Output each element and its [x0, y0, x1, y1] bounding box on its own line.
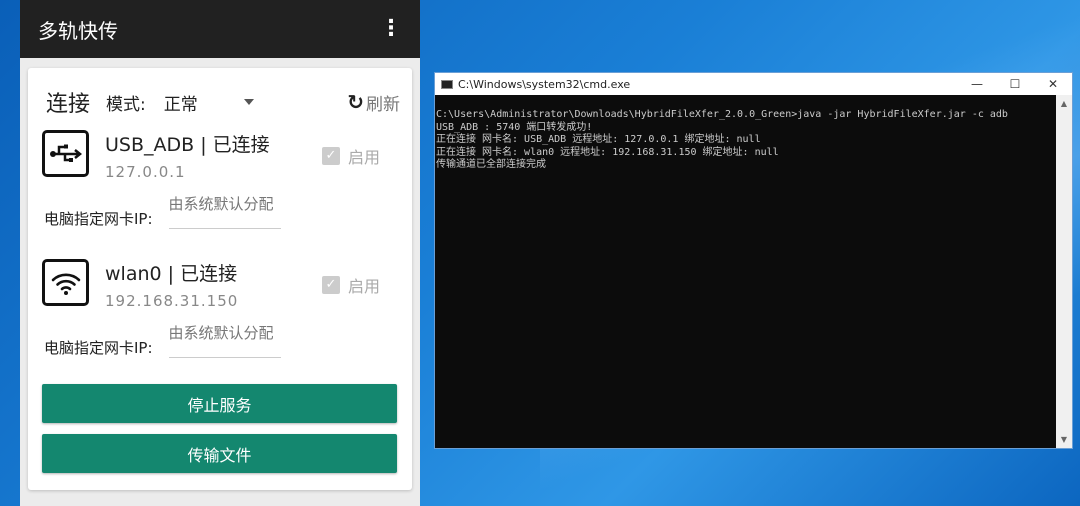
console-line: 正在连接 网卡名: wlan0 远程地址: 192.168.31.150 绑定地… [436, 146, 779, 158]
window-title: C:\Windows\system32\cmd.exe [458, 77, 631, 91]
enable-checkbox[interactable]: ✓ 启用 [321, 144, 380, 168]
ip-label: 电脑指定网卡IP: [44, 339, 153, 357]
ip-setting-wlan0: 电脑指定网卡IP: 由系统默认分配 [44, 323, 281, 358]
dropdown-caret-icon[interactable] [243, 99, 254, 105]
app-title: 多轨快传 [38, 18, 118, 43]
app-bar: 多轨快传 ⋮ [20, 0, 420, 58]
ip-input[interactable]: 由系统默认分配 [168, 323, 281, 358]
stop-service-button[interactable]: 停止服务 [42, 384, 397, 423]
minimize-icon[interactable]: — [958, 77, 996, 91]
enable-label: 启用 [347, 148, 380, 167]
transfer-files-button[interactable]: 传输文件 [42, 434, 397, 473]
refresh-button[interactable]: ↻ 刷新 [347, 90, 400, 115]
enable-label: 启用 [347, 277, 380, 296]
console-line: USB_ADB : 5740 端口转发成功! [436, 121, 593, 133]
usb-icon [42, 130, 89, 177]
console-output[interactable]: C:\Users\Administrator\Downloads\HybridF… [435, 95, 1056, 448]
enable-checkbox[interactable]: ✓ 启用 [321, 273, 380, 297]
device-name: wlan0 | 已连接 [105, 263, 238, 285]
device-wlan0: wlan0 | 已连接 192.168.31.150 ✓ 启用 [42, 259, 400, 310]
device-usb-adb: USB_ADB | 已连接 127.0.0.1 ✓ 启用 [42, 130, 400, 181]
connection-card: 连接 模式: 正常 ↻ 刷新 USB_ADB | 已连接 127.0.0.1 ✓ 启… [28, 68, 412, 490]
device-name: USB_ADB | 已连接 [105, 134, 270, 156]
checkbox-check-icon: ✓ [321, 276, 340, 294]
mode-label: 模式: [106, 94, 146, 115]
device-ip: 127.0.0.1 [105, 163, 186, 181]
console-line: 正在连接 网卡名: USB_ADB 远程地址: 127.0.0.1 绑定地址: … [436, 134, 761, 145]
console-line: 传输通道已全部连接完成 [436, 159, 546, 170]
title-bar: C:\Windows\system32\cmd.exe — ☐ ✕ [435, 73, 1072, 95]
more-vert-icon[interactable]: ⋮ [380, 18, 402, 40]
close-icon[interactable]: ✕ [1034, 77, 1072, 91]
refresh-icon: ↻ [347, 90, 364, 114]
mode-select[interactable]: 正常 [164, 90, 198, 115]
refresh-label: 刷新 [366, 94, 400, 115]
scrollbar[interactable]: ▲ ▼ [1056, 95, 1072, 448]
ip-input[interactable]: 由系统默认分配 [168, 194, 281, 229]
scroll-up-icon[interactable]: ▲ [1056, 99, 1072, 108]
cmd-window: C:\Windows\system32\cmd.exe — ☐ ✕ C:\Use… [434, 72, 1073, 449]
console-line: C:\Users\Administrator\Downloads\HybridF… [436, 109, 1008, 120]
device-ip: 192.168.31.150 [105, 292, 239, 310]
android-app-window: 多轨快传 ⋮ 连接 模式: 正常 ↻ 刷新 USB_ADB | 已连接 127.0… [20, 0, 420, 506]
ip-label: 电脑指定网卡IP: [44, 210, 153, 228]
cmd-icon [441, 79, 453, 89]
ip-setting-usb: 电脑指定网卡IP: 由系统默认分配 [44, 194, 281, 229]
maximize-icon[interactable]: ☐ [996, 77, 1034, 91]
section-title: 连接 [46, 92, 91, 117]
checkbox-check-icon: ✓ [321, 147, 340, 165]
scroll-down-icon[interactable]: ▼ [1056, 435, 1072, 444]
wifi-icon [42, 259, 89, 306]
